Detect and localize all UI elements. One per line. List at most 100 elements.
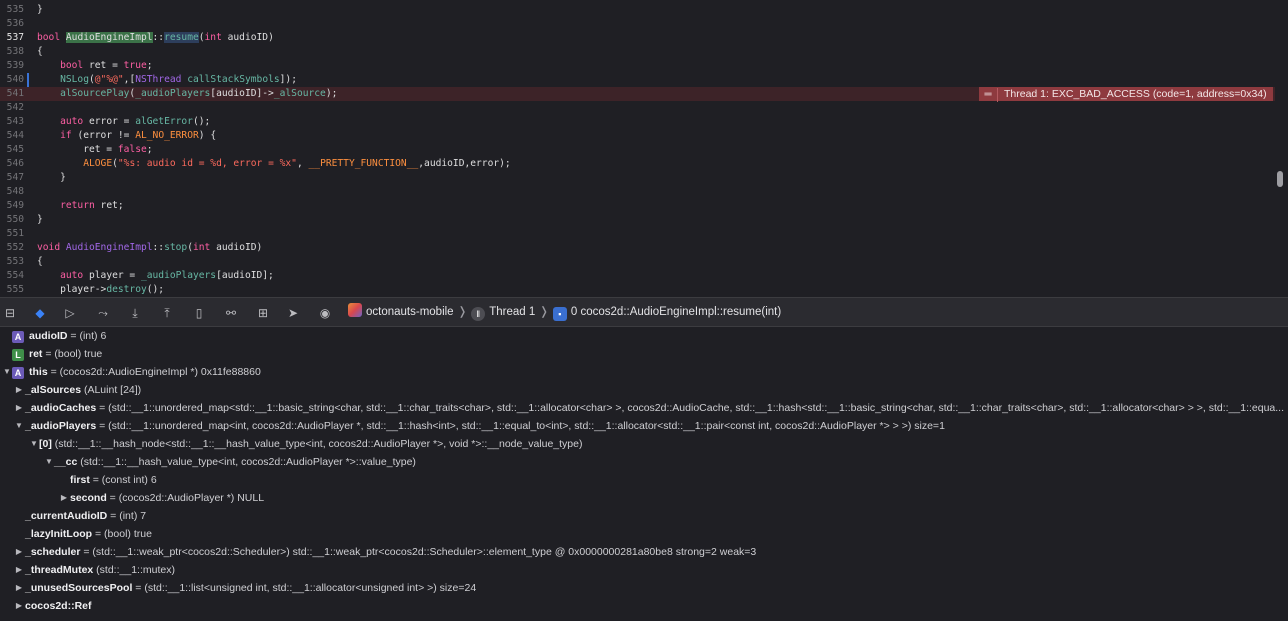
line-number[interactable]: 552 <box>0 241 24 255</box>
editor-scrollbar[interactable] <box>1277 171 1283 187</box>
code-line[interactable]: 545 ret = false; <box>0 143 1275 157</box>
capture-gpu-button[interactable]: ◉ <box>315 303 335 323</box>
variable-row[interactable]: ▶ cocos2d::Ref <box>0 597 1288 615</box>
code-line[interactable]: 535} <box>0 3 1275 17</box>
variable-row[interactable]: AaudioID = (int) 6 <box>0 327 1288 345</box>
code-line[interactable]: 539 bool ret = true; <box>0 59 1275 73</box>
disclosure-open-icon[interactable]: ▼ <box>14 417 24 435</box>
line-number[interactable]: 548 <box>0 185 24 199</box>
step-over-button[interactable]: ⤳ <box>93 303 113 323</box>
disclosure-open-icon[interactable]: ▼ <box>29 435 39 453</box>
continue-button[interactable]: ▷ <box>60 303 80 323</box>
hide-debug-area-button[interactable]: ⊟ <box>0 303 20 323</box>
debug-view-hierarchy-button[interactable]: ▯ <box>189 303 209 323</box>
code-token: false <box>117 144 147 155</box>
disclosure-closed-icon[interactable]: ▶ <box>14 399 24 417</box>
variable-row[interactable]: ▼ Athis = (cocos2d::AudioEngineImpl *) 0x… <box>0 363 1288 381</box>
code-line[interactable]: 542 <box>0 101 1275 115</box>
code-line[interactable]: 549 return ret; <box>0 199 1275 213</box>
breadcrumb-frame[interactable]: 0 cocos2d::AudioEngineImpl::resume(int) <box>571 306 781 318</box>
variable-row[interactable]: _currentAudioID = (int) 7 <box>0 507 1288 525</box>
disclosure-closed-icon[interactable]: ▶ <box>14 597 24 615</box>
code-line[interactable]: 536 <box>0 17 1275 31</box>
variable-content: _audioPlayers = (std::__1::unordered_map… <box>25 417 945 435</box>
breadcrumb-app[interactable]: octonauts-mobile <box>366 306 454 318</box>
variable-value: = (int) 7 <box>107 510 147 522</box>
line-number[interactable]: 550 <box>0 213 24 227</box>
simulate-location-button[interactable]: ➤ <box>283 303 303 323</box>
code-line[interactable]: 553 { <box>0 255 1275 269</box>
variable-value: = (std::__1::unordered_map<std::__1::bas… <box>96 402 1285 414</box>
code-line[interactable]: 547 } <box>0 171 1275 185</box>
line-number[interactable]: 537 <box>0 31 24 45</box>
variable-row[interactable]: ▶ _audioCaches = (std::__1::unordered_map… <box>0 399 1288 417</box>
code-line[interactable]: 540 NSLog(@"%@",[NSThread callStackSymbo… <box>0 73 1275 87</box>
line-number[interactable]: 542 <box>0 101 24 115</box>
line-number[interactable]: 541 <box>0 87 24 101</box>
code-token: } <box>37 4 43 15</box>
disclosure-closed-icon[interactable]: ▶ <box>14 579 24 597</box>
line-number[interactable]: 551 <box>0 227 24 241</box>
variable-row[interactable]: first = (const int) 6 <box>0 471 1288 489</box>
code-line[interactable]: 548 <box>0 185 1275 199</box>
variable-row[interactable]: _lazyInitLoop = (bool) true <box>0 525 1288 543</box>
variable-row[interactable]: ▼ [0] (std::__1::__hash_node<std::__1::__… <box>0 435 1288 453</box>
code-line[interactable]: 544 if (error != AL_NO_ERROR) { <box>0 129 1275 143</box>
variable-row[interactable]: ▶ second = (cocos2d::AudioPlayer *) NULL <box>0 489 1288 507</box>
variable-value: = (cocos2d::AudioPlayer *) NULL <box>106 492 265 504</box>
source-editor[interactable]: 535} 536 537 bool AudioEngineImpl::resume(i… <box>0 0 1288 296</box>
code-token: :: <box>152 32 165 43</box>
code-line[interactable]: 551 <box>0 227 1275 241</box>
code-line[interactable]: 543 auto error = alGetError(); <box>0 115 1275 129</box>
disclosure-closed-icon[interactable]: ▶ <box>14 543 24 561</box>
line-number[interactable]: 538 <box>0 45 24 59</box>
code-line[interactable]: 552 void AudioEngineImpl::stop(int audioI… <box>0 241 1275 255</box>
environment-overrides-button[interactable]: ⊞ <box>253 303 273 323</box>
disclosure-open-icon[interactable]: ▼ <box>2 363 12 381</box>
step-into-button[interactable]: ⤓ <box>125 303 145 323</box>
line-number[interactable]: 555 <box>0 283 24 296</box>
line-number[interactable]: 539 <box>0 59 24 73</box>
code-line[interactable]: 538 { <box>0 45 1275 59</box>
line-number[interactable]: 553 <box>0 255 24 269</box>
line-number[interactable]: 536 <box>0 17 24 31</box>
disclosure-closed-icon[interactable]: ▶ <box>14 381 24 399</box>
disclosure-open-icon[interactable]: ▼ <box>44 453 54 471</box>
code-text: void AudioEngineImpl::stop(int audioID) <box>37 241 262 255</box>
disclosure-closed-icon[interactable]: ▶ <box>59 489 69 507</box>
variable-row[interactable]: ▶ _alSources (ALuint [24]) <box>0 381 1288 399</box>
line-number[interactable]: 540 <box>0 73 24 87</box>
code-line[interactable]: 537 bool AudioEngineImpl::resume(int audi… <box>0 31 1275 45</box>
breakpoints-toggle-button[interactable]: ◆ <box>30 303 50 323</box>
variable-row[interactable]: ▼ __cc (std::__1::__hash_value_type<int, … <box>0 453 1288 471</box>
disclosure-closed-icon[interactable]: ▶ <box>14 561 24 579</box>
line-number[interactable]: 549 <box>0 199 24 213</box>
variable-row[interactable]: ▶ _unusedSourcesPool = (std::__1::list<un… <box>0 579 1288 597</box>
memory-graph-button[interactable]: ⚯ <box>221 303 241 323</box>
error-annotation[interactable]: ═ Thread 1: EXC_BAD_ACCESS (code=1, addre… <box>979 87 1273 102</box>
line-number[interactable]: 545 <box>0 143 24 157</box>
code-line[interactable]: 554 auto player = _audioPlayers[audioID]… <box>0 269 1275 283</box>
line-number[interactable]: 546 <box>0 157 24 171</box>
variables-view[interactable]: AaudioID = (int) 6 Lret = (bool) true ▼ Ath… <box>0 327 1288 621</box>
variable-row[interactable]: Lret = (bool) true <box>0 345 1288 363</box>
step-out-button[interactable]: ⤒ <box>157 303 177 323</box>
line-number[interactable]: 535 <box>0 3 24 17</box>
line-number[interactable]: 543 <box>0 115 24 129</box>
line-number[interactable]: 544 <box>0 129 24 143</box>
variable-row[interactable]: ▶ _scheduler = (std::__1::weak_ptr<cocos2… <box>0 543 1288 561</box>
code-line[interactable]: 550} <box>0 213 1275 227</box>
variable-row[interactable]: ▼ _audioPlayers = (std::__1::unordered_ma… <box>0 417 1288 435</box>
line-number[interactable]: 554 <box>0 269 24 283</box>
code-line[interactable]: 546 ALOGE("%s: audio id = %d, error = %x… <box>0 157 1275 171</box>
code-token: ret = <box>83 60 124 71</box>
debug-breadcrumb: octonauts-mobile ❭ ‖ Thread 1 ❭ ▪ 0 cocos2d::A… <box>348 297 781 327</box>
variable-content: AaudioID = (int) 6 <box>12 327 106 345</box>
code-line[interactable]: 555 player->destroy(); <box>0 283 1275 296</box>
variable-row[interactable]: ▶ _threadMutex (std::__1::mutex) <box>0 561 1288 579</box>
line-number[interactable]: 547 <box>0 171 24 185</box>
code-token: player-> <box>37 284 107 295</box>
breadcrumb-thread[interactable]: Thread 1 <box>489 306 535 318</box>
